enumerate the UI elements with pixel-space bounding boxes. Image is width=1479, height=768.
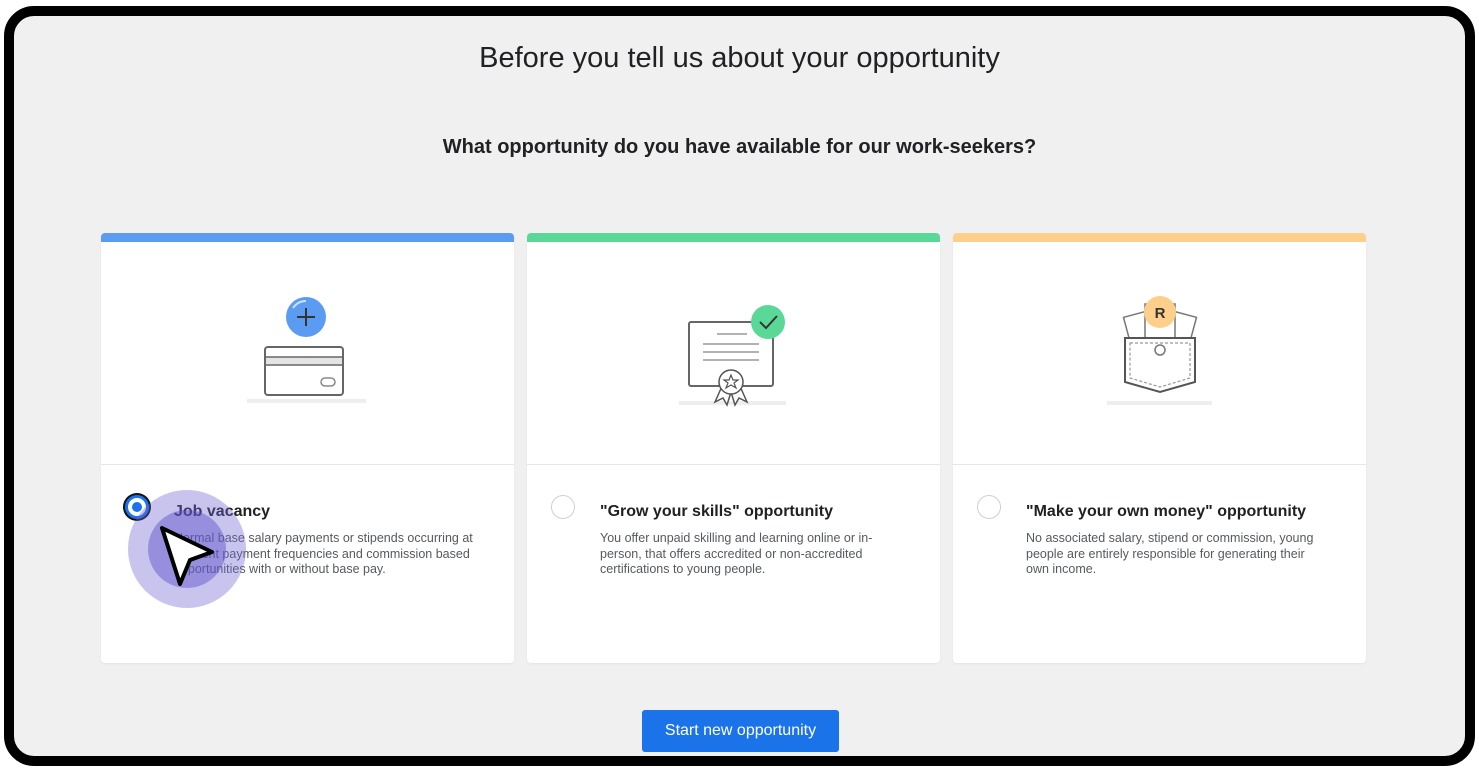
app-window: Before you tell us about your opportunit… — [4, 6, 1475, 766]
option-description: You offer unpaid skilling and learning o… — [600, 531, 873, 576]
card-accent-bar — [101, 233, 514, 242]
credit-card-plus-icon — [247, 297, 366, 403]
card-illustration — [101, 242, 514, 465]
option-card-own-money[interactable]: R "Make your own money" opportunity No a… — [953, 233, 1366, 663]
card-illustration: R — [953, 242, 1366, 465]
option-title: Job vacancy — [174, 503, 271, 520]
option-card-grow-skills[interactable]: "Grow your skills" opportunity You offer… — [527, 233, 940, 663]
card-accent-bar — [527, 233, 940, 242]
card-illustration — [527, 242, 940, 465]
option-description: No associated salary, stipend or commiss… — [1026, 531, 1314, 576]
opportunity-question: What opportunity do you have available f… — [442, 136, 1037, 158]
certificate-icon — [679, 305, 786, 407]
option-card-job-vacancy[interactable]: Job vacancy Normal base salary payments … — [101, 233, 514, 663]
card-accent-bar — [953, 233, 1366, 242]
radio-own-money[interactable] — [977, 495, 1001, 519]
page-title: Before you tell us about your opportunit… — [479, 42, 1000, 74]
radio-job-vacancy[interactable] — [125, 495, 149, 519]
start-new-opportunity-button[interactable]: Start new opportunity — [642, 710, 839, 752]
radio-grow-skills[interactable] — [551, 495, 575, 519]
money-pocket-icon: R — [1107, 296, 1212, 405]
option-title: "Make your own money" opportunity — [1026, 503, 1307, 520]
currency-label: R — [1155, 305, 1166, 322]
option-title: "Grow your skills" opportunity — [600, 503, 833, 520]
option-description: Normal base salary payments or stipends … — [174, 531, 473, 576]
